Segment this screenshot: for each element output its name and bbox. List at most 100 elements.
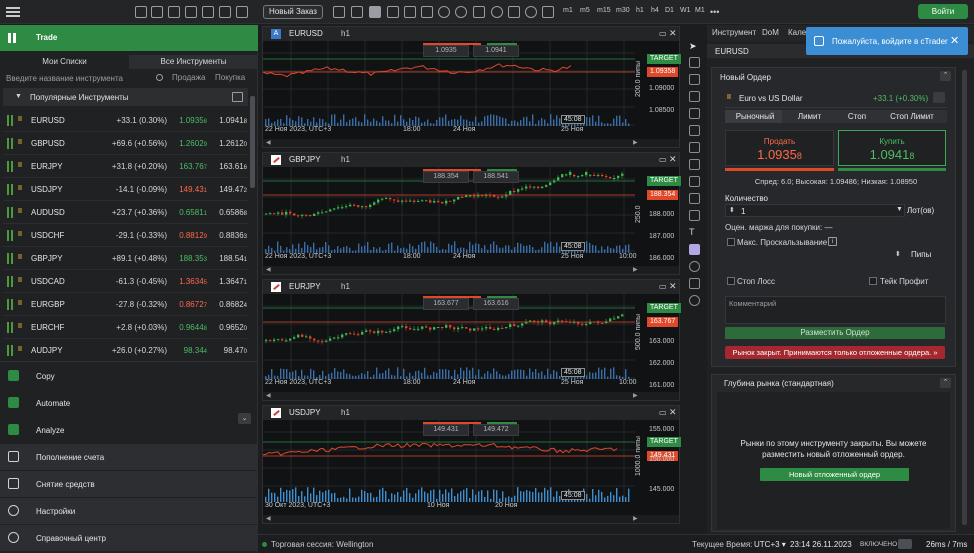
chart-eurjpy[interactable]: EURJPY h1 ▭ ✕ 163.677 163.616 TARGET 163.767 163…: [262, 279, 681, 401]
crosshair-icon[interactable]: [689, 57, 700, 68]
maximize-icon[interactable]: ▭: [659, 282, 667, 291]
column-header-buy[interactable]: Покупка: [215, 73, 245, 82]
chart-timeframe[interactable]: h1: [341, 155, 350, 164]
eye-icon[interactable]: [525, 6, 537, 18]
instrument-row[interactable]: II USDJPY -14.1 (-0.09%) 149.431 149.472: [3, 178, 248, 201]
menu-withdraw[interactable]: Снятие средств: [0, 471, 258, 497]
instrument-row[interactable]: II GBPJPY +89.1 (+0.48%) 188.353 188.541: [3, 247, 248, 270]
sell-button[interactable]: Продать 1.09358: [725, 130, 834, 166]
tab-calendar[interactable]: Кале: [788, 28, 806, 37]
alerts-icon[interactable]: [151, 6, 163, 18]
text-icon[interactable]: T: [689, 227, 700, 238]
sell-price[interactable]: 1.09358: [171, 116, 207, 125]
fullscreen-icon[interactable]: [185, 6, 197, 18]
instrument-row[interactable]: II EURCHF +2.8 (+0.03%) 0.96448 0.96520: [3, 316, 248, 339]
timeframe-m15[interactable]: m15: [597, 7, 611, 14]
order-type-limit[interactable]: Лимит: [782, 110, 837, 123]
info-icon[interactable]: i: [828, 237, 837, 246]
instrument-row[interactable]: II EURJPY +31.8 (+0.20%) 163.767 163.616: [3, 155, 248, 178]
grid-layout-icon[interactable]: [369, 6, 381, 18]
rectangle-icon[interactable]: [689, 193, 700, 204]
vline-icon[interactable]: [689, 91, 700, 102]
chevron-up-icon[interactable]: ⌃: [940, 71, 951, 81]
share-icon[interactable]: [933, 92, 945, 103]
timeframe-w1[interactable]: W1: [680, 7, 691, 14]
chart-plot[interactable]: [263, 167, 679, 267]
buy-price[interactable]: 149.472: [211, 185, 247, 194]
menu-copy[interactable]: Copy: [0, 363, 258, 389]
slippage-pips-stepper[interactable]: ⬍: [725, 248, 905, 261]
quantity-stepper[interactable]: ⬍ ▼: [725, 204, 905, 217]
trendline-icon[interactable]: [689, 108, 700, 119]
search-icon[interactable]: [156, 74, 163, 81]
tab-instrument[interactable]: Инструмент: [712, 28, 756, 37]
market-closed-banner[interactable]: Рынок закрыт. Принимаются только отложен…: [725, 346, 945, 359]
stop-loss-checkbox[interactable]: [727, 277, 735, 285]
buy-button[interactable]: Купить 1.09418: [838, 130, 946, 166]
chart-symbol[interactable]: USDJPY: [289, 408, 321, 417]
fibonacci-icon[interactable]: [689, 159, 700, 170]
stepper-icon[interactable]: ⬍: [729, 206, 735, 214]
close-icon[interactable]: ✕: [669, 407, 677, 418]
sell-price[interactable]: 1.26029: [171, 139, 207, 148]
chart-timeframe[interactable]: h1: [341, 282, 350, 291]
scroll-left-icon[interactable]: ◀: [266, 515, 271, 522]
login-notice[interactable]: Пожалуйста, войдите в cTrader ✕: [806, 27, 968, 55]
timeframe-mn1[interactable]: M1: [695, 7, 705, 14]
instrument-row[interactable]: II USDCHF -29.1 (-0.33%) 0.88129 0.88363: [3, 224, 248, 247]
tab-all-instruments[interactable]: Все Инструменты: [129, 55, 258, 69]
scroll-right-icon[interactable]: ▶: [633, 139, 638, 146]
more-icon[interactable]: •••: [710, 7, 719, 17]
buy-price[interactable]: 0.96520: [211, 323, 247, 332]
close-icon[interactable]: ✕: [950, 34, 959, 47]
new-pending-order-button[interactable]: Новый отложенный ордер: [760, 468, 909, 481]
timezone-selector[interactable]: UTC+3 ▾: [754, 540, 786, 549]
target-tag[interactable]: TARGET: [647, 303, 681, 313]
place-order-button[interactable]: Разместить Ордер: [725, 327, 945, 339]
buy-price[interactable]: 163.616: [211, 162, 247, 171]
buy-price[interactable]: 1.09418: [211, 116, 247, 125]
menu-analyze[interactable]: Analyze: [0, 417, 258, 443]
split-layout-icon[interactable]: [404, 6, 416, 18]
chart-gbpjpy[interactable]: GBPJPY h1 ▭ ✕ 188.354 188.541 TARGET 188.354 188…: [262, 152, 681, 275]
login-button[interactable]: Войти: [918, 4, 968, 19]
buy-price[interactable]: 0.86824: [211, 300, 247, 309]
sell-price[interactable]: 149.431: [171, 185, 207, 194]
enabled-toggle[interactable]: [898, 539, 912, 549]
color-swatch-icon[interactable]: [689, 244, 700, 255]
sell-price[interactable]: 163.767: [171, 162, 207, 171]
list-menu-icon[interactable]: [232, 92, 243, 102]
timeframe-d1[interactable]: D1: [665, 7, 674, 14]
timeframe-m1[interactable]: m1: [563, 7, 573, 14]
cursor-icon[interactable]: ➤: [689, 41, 700, 52]
tab-my-lists[interactable]: Мои Списки: [0, 55, 129, 69]
comment-field[interactable]: [725, 296, 946, 324]
target-tag[interactable]: TARGET: [647, 54, 681, 64]
timeframe-m5[interactable]: m5: [580, 7, 590, 14]
sell-price[interactable]: 0.88129: [171, 231, 207, 240]
maximize-icon[interactable]: ▭: [659, 408, 667, 417]
instrument-row[interactable]: II AUDUSD +23.7 (+0.36%) 0.65811 0.65868: [3, 201, 248, 224]
sell-price[interactable]: 0.86727: [171, 300, 207, 309]
scroll-left-icon[interactable]: ◀: [266, 139, 271, 146]
instrument-row[interactable]: II EURUSD +33.1 (0.30%) 1.09358 1.09418: [3, 109, 248, 132]
chart-scrollbar[interactable]: ◀ ▶: [263, 139, 679, 147]
sell-price[interactable]: 0.96448: [171, 323, 207, 332]
timeframe-m30[interactable]: m30: [616, 7, 630, 14]
hamburger-menu-icon[interactable]: [6, 5, 20, 19]
buy-price[interactable]: 0.65868: [211, 208, 247, 217]
magnet-icon[interactable]: [689, 261, 700, 272]
chart-scrollbar[interactable]: ◀ ▶: [263, 266, 679, 274]
tab-dom[interactable]: DoM: [762, 28, 779, 37]
buy-price[interactable]: 1.26120: [211, 139, 247, 148]
instrument-row[interactable]: II EURGBP -27.8 (-0.32%) 0.86727 0.86824: [3, 293, 248, 316]
instrument-row[interactable]: II AUDJPY +26.0 (+0.27%) 98.344 98.470: [3, 339, 248, 362]
sell-price[interactable]: 188.353: [171, 254, 207, 263]
layout-icon[interactable]: [219, 6, 231, 18]
buy-price[interactable]: 1.36471: [211, 277, 247, 286]
take-profit-checkbox[interactable]: [869, 277, 877, 285]
close-icon[interactable]: ✕: [669, 281, 677, 292]
pitchfork-icon[interactable]: [689, 176, 700, 187]
zoom-out-icon[interactable]: [455, 6, 467, 18]
timeframe-h1[interactable]: h1: [636, 7, 644, 14]
